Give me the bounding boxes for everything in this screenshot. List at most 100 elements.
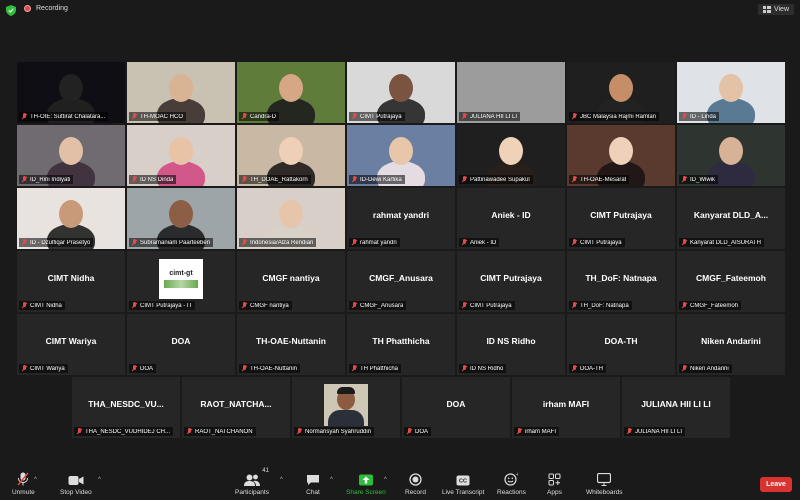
audio-options-caret[interactable]: ^ [34,477,37,483]
stop-video-button[interactable]: Stop Video [60,472,92,496]
participant-name: CIMT Wariya [30,365,65,372]
participant-face [169,200,193,228]
chat-button[interactable]: Chat [306,472,320,496]
participant-tile[interactable]: CIMT Putrajaya CIMT Putrajaya [567,188,675,249]
participant-name: CIMT Putrajaya - IT [140,302,193,309]
apps-button[interactable]: Apps [547,472,562,496]
photo-body [328,410,364,426]
participants-options-caret[interactable]: ^ [280,477,283,483]
apps-label: Apps [547,489,562,496]
leave-button[interactable]: Leave [760,477,792,492]
participant-tile[interactable]: ID-Dewi Kartika [347,125,455,186]
participant-tile[interactable]: JBC Malaysia Rajmi Ramlan [567,62,675,123]
participant-name: Subramaniam Paarteeben [140,239,211,246]
participant-tile[interactable]: CIMT Wariya CIMT Wariya [17,314,125,375]
participant-tile[interactable]: ID NS Ridho ID NS Ridho [457,314,565,375]
participant-tile[interactable]: Candra-D [237,62,345,123]
participant-name: TH_DoF: Natnapa [580,302,629,309]
participant-tile[interactable]: RAOT_NATCHA... RAOT_NATCHANON [182,377,290,438]
video-options-caret[interactable]: ^ [98,477,101,483]
mic-muted-icon [21,365,27,372]
view-button[interactable]: View [757,4,794,15]
participant-name-label: THA_NESDC_VUDHIDEJ CH... [74,427,174,436]
participant-tile[interactable]: rahmat yandri rahmat yandri [347,188,455,249]
participant-name-label: CIMT Putrajaya [459,301,515,310]
participant-display-name: Niken Andarini [701,336,761,346]
recording-label: Recording [36,5,68,12]
participant-name: Pattinawadee Supakul [470,176,530,183]
participant-tile[interactable]: CIMT Putrajaya [347,62,455,123]
record-button[interactable]: Record [405,472,426,496]
mic-muted-icon [21,176,27,183]
mic-muted-icon [351,302,357,309]
participant-tile[interactable]: TH-MOAC HCO [127,62,235,123]
participant-name-label: Niken Andarini [679,364,732,373]
participant-tile[interactable]: JULIANA HII LI LI [457,62,565,123]
participant-tile[interactable]: TH-OAE-Nuttanin TH-OAE-Nuttanin [237,314,345,375]
share-screen-button[interactable]: Share Screen [346,472,386,496]
whiteboards-button[interactable]: Whiteboards [586,472,623,496]
participant-name-label: CIMT Putrajaya - IT [129,301,196,310]
participant-tile[interactable]: ID - Linda [677,62,785,123]
participant-tile[interactable]: DOA DOA [127,314,235,375]
participant-tile[interactable]: irham MAFI irham MAFI [512,377,620,438]
participant-name-label: TH_DoF: Natnapa [569,301,632,310]
participant-tile[interactable]: Pattinawadee Supakul [457,125,565,186]
participant-name: CIMT Putrajaya [470,302,512,309]
participant-tile[interactable]: Aniek - ID Aniek - ID [457,188,565,249]
live-transcript-button[interactable]: CC Live Transcript [442,472,484,496]
mic-muted-icon [241,239,247,246]
security-shield-icon[interactable] [6,5,16,16]
chat-bubble-icon [306,472,320,486]
mic-muted-icon [241,365,247,372]
participant-tile[interactable]: DOA DOA [402,377,510,438]
participant-tile[interactable]: CMGF_Anusara CMGF_Anusara [347,251,455,312]
participant-tile[interactable]: CIMT Nidha CIMT Nidha [17,251,125,312]
participant-name: ID NS Ridho [470,365,504,372]
participant-name-label: DOA [129,364,157,373]
participant-tile[interactable]: Normansyah Syahruddin [292,377,400,438]
participant-tile[interactable]: cimt-gt CIMT Putrajaya - IT [127,251,235,312]
participant-tile[interactable]: TH-OIE: Suttirat Chalatara... [17,62,125,123]
participant-tile[interactable]: Subramaniam Paarteeben [127,188,235,249]
unmute-label: Unmute [12,489,35,496]
participant-tile[interactable]: ID_Rini Indiyati [17,125,125,186]
participant-tile[interactable]: TH_DOAE_Rattakorn [237,125,345,186]
participant-tile[interactable]: JULIANA HII LI LI JULIANA HII LI LI [622,377,730,438]
participant-tile[interactable]: THA_NESDC_VU... THA_NESDC_VUDHIDEJ CH... [72,377,180,438]
participant-tile[interactable]: TH Phatthicha TH Phatthicha [347,314,455,375]
participant-tile[interactable]: ID_Wiwik [677,125,785,186]
participant-tile[interactable]: ID NS Dinda [127,125,235,186]
unmute-button[interactable]: Unmute [12,472,35,496]
participant-tile[interactable]: Kanyarat DLD_A... Kanyarat DLD_AISURATH [677,188,785,249]
participant-tile[interactable]: CMGF nantiya CMGF nantiya [237,251,345,312]
whiteboards-label: Whiteboards [586,489,623,496]
chat-options-caret[interactable]: ^ [330,477,333,483]
participant-tile[interactable]: CMGF_Fateemoh CMGF_Fateemoh [677,251,785,312]
mic-muted-icon [351,365,357,372]
mic-muted-icon [351,239,357,246]
participant-tile[interactable]: Indonesia/Alza Rendian [237,188,345,249]
participant-name: JBC Malaysia Rajmi Ramlan [580,113,657,120]
participant-display-name: TH_DoF: Natnapa [585,273,657,283]
participant-tile[interactable]: DOA-TH DOA-TH [567,314,675,375]
recording-indicator[interactable]: Recording [24,5,68,12]
participant-tile[interactable]: ID - Dzulfiqar Prasetyo [17,188,125,249]
participant-name-label: JULIANA HII LI LI [459,112,521,121]
participant-display-name: TH-OAE-Nuttanin [256,336,326,346]
participant-name-label: rahmat yandri [349,238,400,247]
participant-name: ID_Wiwik [690,176,715,183]
reactions-button[interactable]: + Reactions [497,472,526,496]
participant-name-label: TH-MOAC HCO [129,112,186,121]
participant-name-label: TH-OAE-Nuttanin [239,364,301,373]
participant-tile[interactable]: Niken Andarini Niken Andarini [677,314,785,375]
participant-tile[interactable]: CIMT Putrajaya CIMT Putrajaya [457,251,565,312]
mic-muted-icon [626,428,632,435]
participants-button[interactable]: 41 Participants [235,468,269,496]
participant-tile[interactable]: TH_DoF: Natnapa TH_DoF: Natnapa [567,251,675,312]
participant-display-name: Aniek - ID [491,210,531,220]
participant-tile[interactable]: TH-OAE-Mesarat [567,125,675,186]
participant-name: JULIANA HII LI LI [635,428,683,435]
share-options-caret[interactable]: ^ [384,477,387,483]
participant-face [59,200,83,228]
